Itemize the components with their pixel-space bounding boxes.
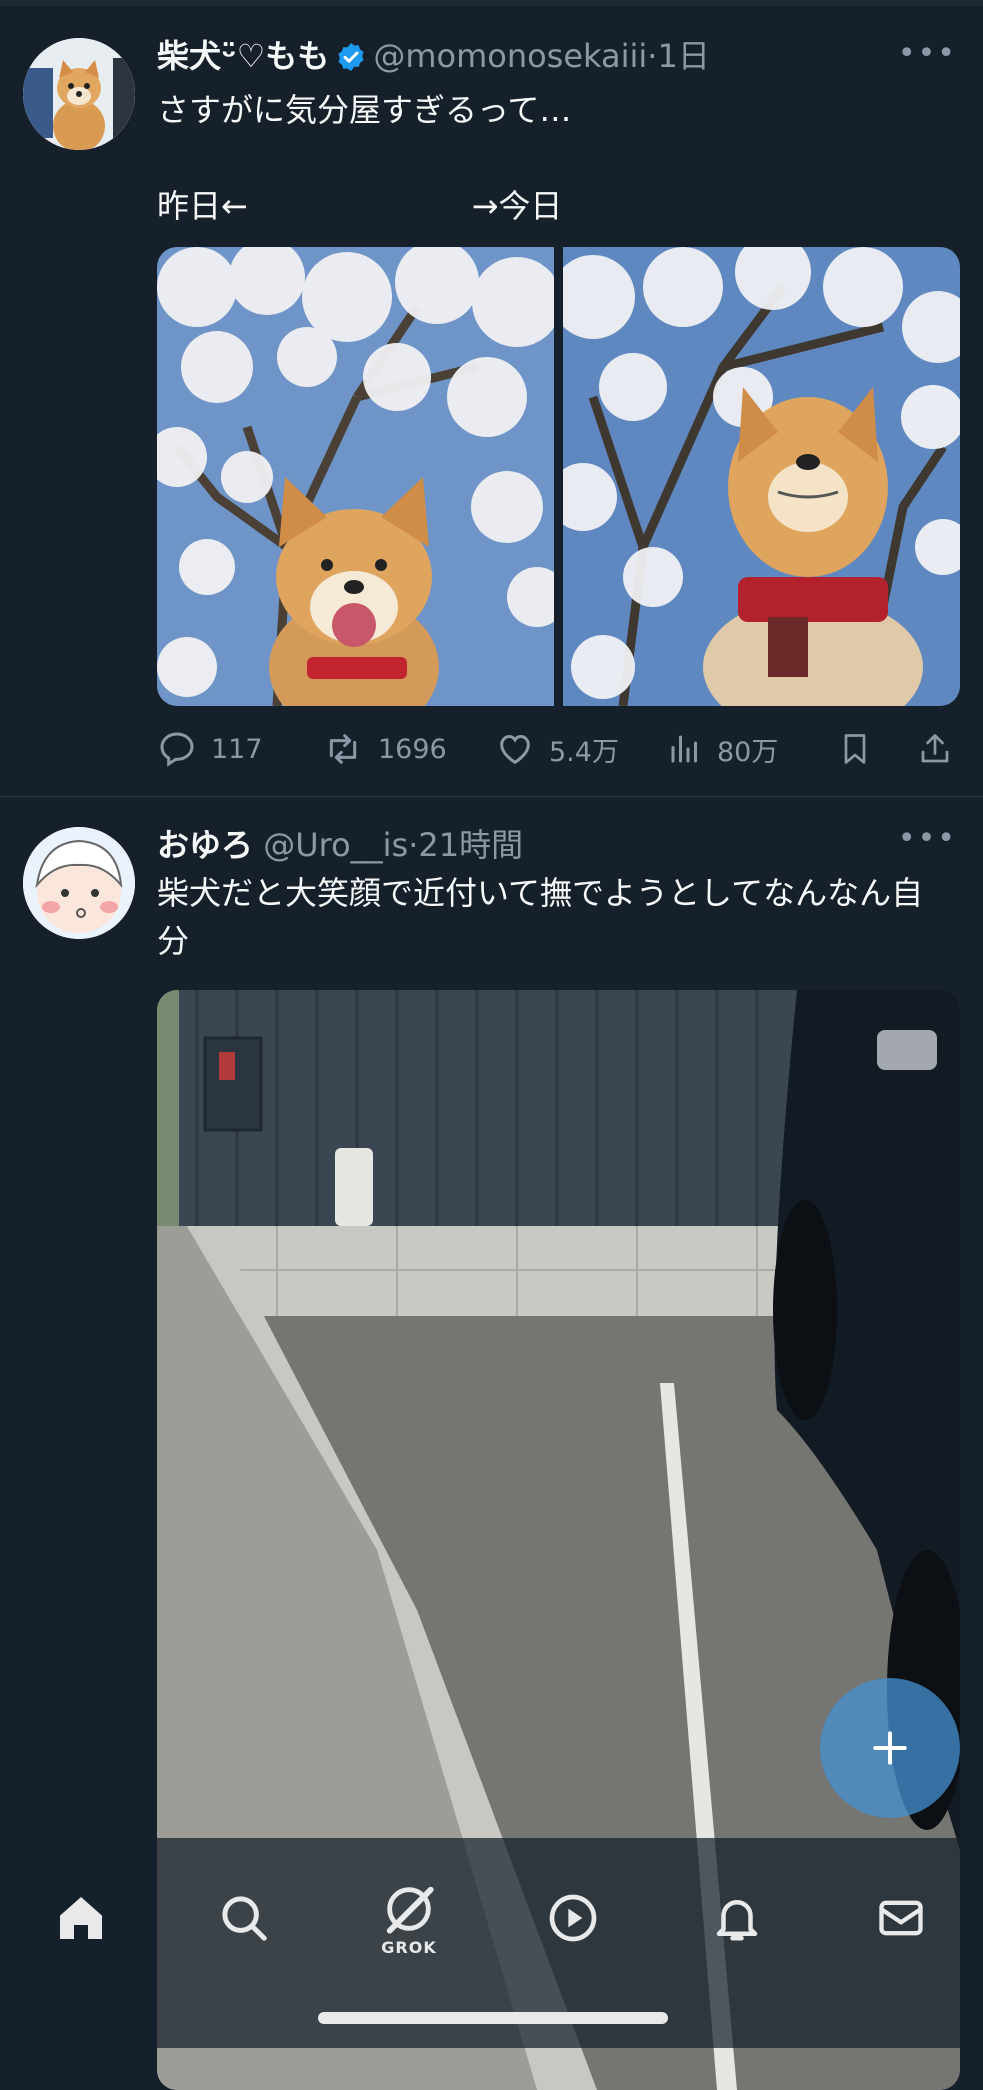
tab-grok-label: GROK: [381, 1937, 437, 1957]
plus-icon: [873, 1731, 907, 1765]
search-icon: [222, 1896, 267, 1941]
tweet-card[interactable]: 柴犬ᵕ̈♡もも @momonosekaiii·1日 ••• さすがに気分屋すぎるっ…: [0, 6, 983, 797]
avatar[interactable]: [23, 38, 135, 150]
bell-icon: [716, 1900, 758, 1941]
tweet-header: 柴犬ᵕ̈♡もも @momonosekaiii·1日: [157, 36, 893, 82]
tweet-header: おゆろ @Uro__is·21時間: [157, 825, 893, 865]
tweet-actions: 117 1696 5.4万 80万: [157, 724, 960, 774]
share-icon: [921, 734, 949, 763]
user-handle[interactable]: @momonosekaiii: [373, 37, 647, 75]
tab-notifications[interactable]: [687, 1868, 787, 1968]
like-button[interactable]: 5.4万: [495, 724, 619, 774]
view-count: 80万: [717, 736, 779, 768]
repost-count: 1696: [378, 733, 447, 765]
verified-badge-icon: [335, 41, 367, 82]
tweet-time[interactable]: 1日: [657, 37, 709, 75]
reply-button[interactable]: 117: [157, 724, 263, 774]
tab-search[interactable]: [194, 1868, 294, 1968]
grok-icon: [386, 1886, 434, 1934]
avatar[interactable]: [23, 827, 135, 939]
photo-shiba-smiling[interactable]: [157, 247, 554, 706]
bookmark-icon: [844, 734, 866, 764]
photo-shiba-serious[interactable]: [563, 247, 960, 706]
compose-button[interactable]: [820, 1678, 960, 1818]
home-indicator[interactable]: [318, 2012, 668, 2024]
heart-icon: [500, 734, 530, 765]
user-handle[interactable]: @Uro__is: [263, 826, 408, 864]
repost-icon: [329, 734, 357, 764]
tweet-text: さすがに気分屋すぎるって… 昨日← →今日: [157, 91, 572, 225]
separator-dot: ·: [647, 37, 658, 75]
play-icon: [549, 1894, 597, 1942]
tab-grok[interactable]: GROK: [359, 1868, 459, 1968]
more-options-icon[interactable]: •••: [898, 821, 957, 856]
mail-icon: [879, 1900, 923, 1936]
home-icon: [60, 1897, 102, 1939]
tab-video[interactable]: [523, 1868, 623, 1968]
separator-dot: ·: [408, 826, 419, 864]
display-name[interactable]: 柴犬ᵕ̈♡もも: [157, 37, 329, 75]
tweet-time[interactable]: 21時間: [418, 826, 523, 864]
reply-count: 117: [211, 733, 263, 765]
more-options-icon[interactable]: •••: [898, 36, 957, 71]
views-button[interactable]: 80万: [667, 724, 778, 774]
tweet-media[interactable]: [157, 247, 960, 706]
tab-messages[interactable]: [851, 1868, 951, 1968]
bookmark-button[interactable]: [837, 724, 887, 774]
like-count: 5.4万: [549, 736, 619, 768]
views-icon: [671, 735, 697, 763]
tweet-text: 柴犬だと大笑顔で近付いて撫でようとしてなんなん自分: [157, 874, 924, 960]
display-name[interactable]: おゆろ: [157, 826, 253, 864]
tab-home[interactable]: [31, 1868, 131, 1968]
repost-button[interactable]: 1696: [322, 724, 447, 774]
reply-icon: [160, 732, 194, 767]
share-button[interactable]: [917, 724, 967, 774]
